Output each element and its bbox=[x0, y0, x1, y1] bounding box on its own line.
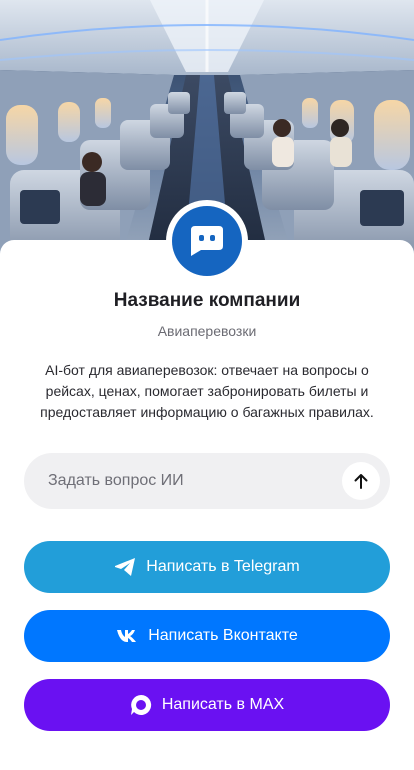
ask-ai-input[interactable] bbox=[48, 472, 308, 490]
max-button-label: Написать в MAX bbox=[161, 696, 285, 713]
company-avatar bbox=[166, 200, 248, 282]
max-button[interactable]: Написать в MAX bbox=[24, 679, 390, 731]
send-button[interactable] bbox=[342, 462, 380, 500]
chat-bot-icon bbox=[191, 226, 223, 256]
company-name: Название компании bbox=[113, 290, 301, 311]
vk-button-label: Написать Вконтакте bbox=[148, 627, 298, 644]
max-icon bbox=[130, 694, 152, 716]
telegram-icon bbox=[114, 557, 136, 577]
company-category: Авиаперевозки bbox=[157, 323, 257, 339]
telegram-button-label: Написать в Telegram bbox=[146, 558, 300, 575]
ask-ai-field bbox=[24, 453, 390, 509]
avatar-circle bbox=[172, 206, 242, 276]
arrow-up-icon bbox=[354, 474, 368, 489]
company-description: AI-бот для авиаперевозок: отвечает на во… bbox=[40, 362, 374, 420]
vk-button[interactable]: Написать Вконтакте bbox=[24, 610, 390, 662]
telegram-button[interactable]: Написать в Telegram bbox=[24, 541, 390, 593]
vk-icon bbox=[116, 629, 138, 643]
